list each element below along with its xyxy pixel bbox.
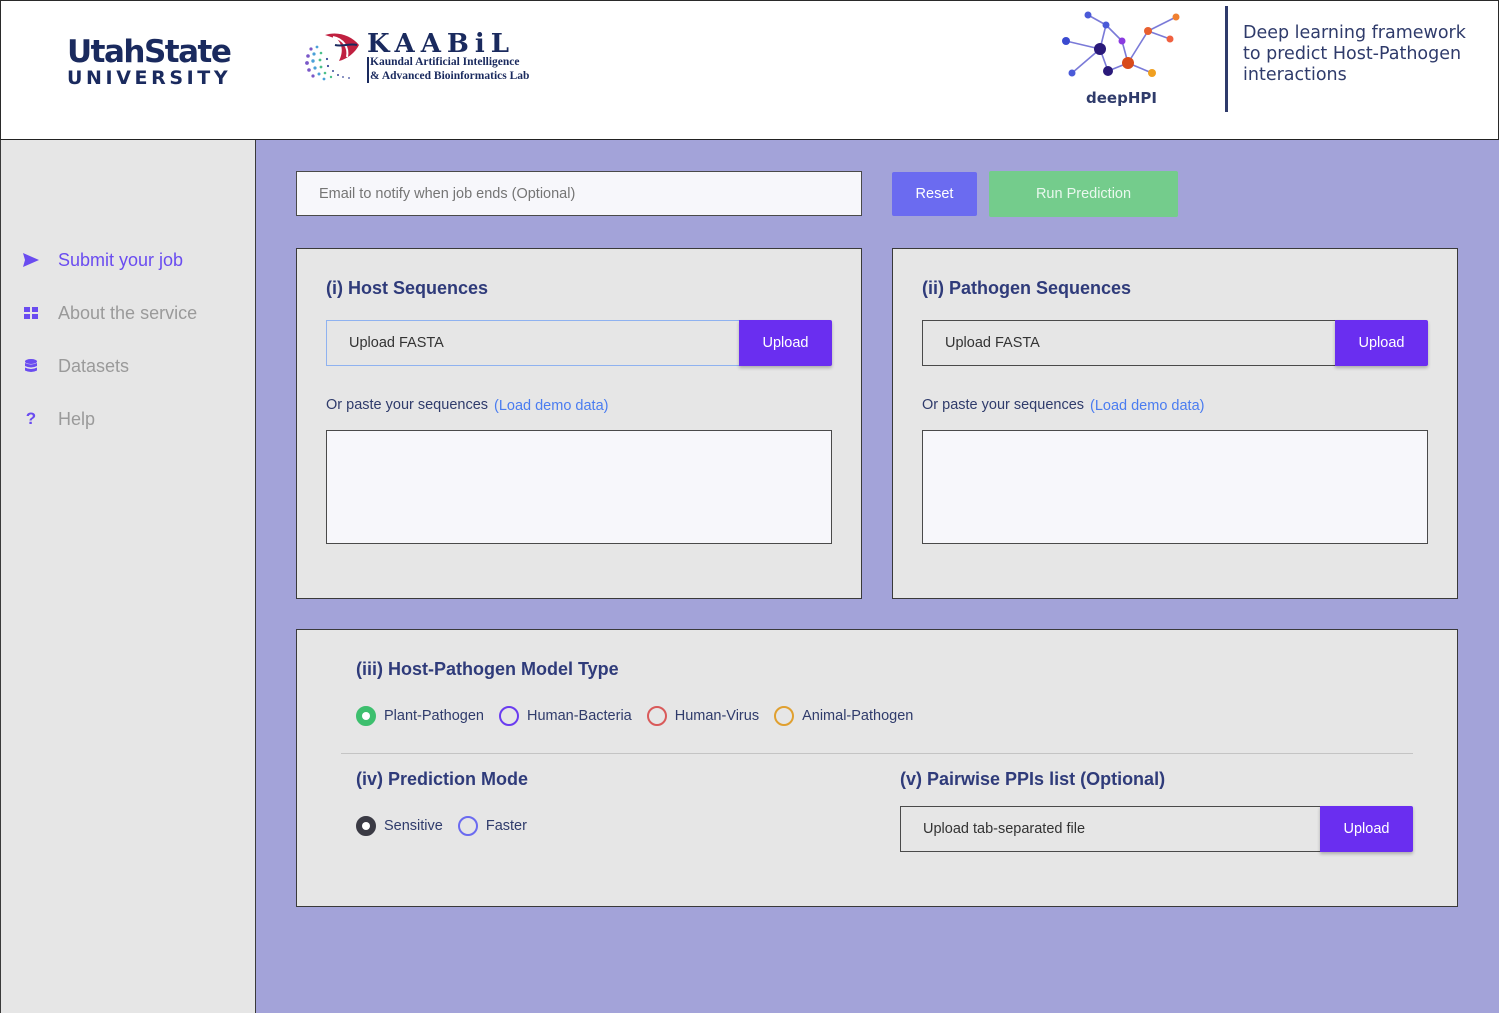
reset-button[interactable]: Reset <box>892 172 977 216</box>
radio-label: Animal-Pathogen <box>802 708 914 724</box>
dashboard-icon <box>21 303 41 323</box>
pathogen-sequences-card: (ii) Pathogen Sequences Upload FASTA Upl… <box>892 248 1458 599</box>
radio-label: Human-Bacteria <box>526 708 632 724</box>
pathogen-fasta-file-field[interactable]: Upload FASTA <box>922 320 1335 366</box>
kaabil-logo[interactable]: KAABiL Kaundal Artificial Intelligence &… <box>303 29 553 89</box>
pathogen-upload-row: Upload FASTA Upload <box>922 320 1428 366</box>
host-upload-row: Upload FASTA Upload <box>326 320 832 366</box>
radio-unchecked-icon <box>646 706 667 726</box>
deephpi-label: deepHPI <box>1086 89 1157 107</box>
host-paste-label: Or paste your sequences <box>326 397 489 413</box>
network-graph-icon <box>1062 11 1180 77</box>
model-type-radio-group: Plant-Pathogen Human-Bacteria Human-Viru… <box>356 706 928 726</box>
radio-human-virus[interactable]: Human-Virus <box>646 706 760 726</box>
kaabil-emblem-icon <box>305 33 359 81</box>
sidebar-item-label: Submit your job <box>58 249 184 270</box>
email-field[interactable] <box>296 171 862 216</box>
host-sequences-card: (i) Host Sequences Upload FASTA Upload O… <box>296 248 862 599</box>
host-sequences-textarea[interactable] <box>326 430 832 544</box>
usu-logo[interactable]: UtahState UNIVERSITY <box>67 34 232 89</box>
radio-sensitive[interactable]: Sensitive <box>356 816 443 836</box>
pathogen-load-demo-link[interactable]: (Load demo data) <box>1090 398 1204 414</box>
pathogen-sequences-textarea[interactable] <box>922 430 1428 544</box>
sidebar-item-label: Help <box>58 408 96 429</box>
ppis-file-field[interactable]: Upload tab-separated file <box>900 806 1320 852</box>
model-type-title: (iii) Host-Pathogen Model Type <box>356 659 619 679</box>
sidebar-item-datasets[interactable]: Datasets <box>21 351 129 381</box>
usu-logo-line2: UNIVERSITY <box>67 67 232 89</box>
kaabil-subtitle-1: Kaundal Artificial Intelligence <box>370 56 520 68</box>
radio-human-bacteria[interactable]: Human-Bacteria <box>498 706 632 726</box>
sidebar-item-label: About the service <box>58 302 198 323</box>
ppis-upload-row: Upload tab-separated file Upload <box>900 806 1413 852</box>
question-icon: ? <box>25 409 37 428</box>
pathogen-upload-button[interactable]: Upload <box>1335 320 1428 366</box>
host-fasta-file-field[interactable]: Upload FASTA <box>326 320 739 366</box>
main-content: Reset Run Prediction (i) Host Sequences … <box>256 140 1499 1013</box>
radio-checked-icon <box>356 706 376 726</box>
options-card: (iii) Host-Pathogen Model Type Plant-Pat… <box>296 629 1458 907</box>
sidebar-item-help[interactable]: ? Help <box>21 404 95 434</box>
usu-logo-line1: UtahState <box>67 34 232 70</box>
radio-label: Sensitive <box>384 818 443 834</box>
host-upload-button[interactable]: Upload <box>739 320 832 366</box>
radio-animal-pathogen[interactable]: Animal-Pathogen <box>774 706 913 726</box>
radio-unchecked-icon <box>457 816 478 836</box>
host-sequences-title: (i) Host Sequences <box>326 278 489 298</box>
tagline-line-1: Deep learning framework <box>1243 23 1466 43</box>
ppis-title: (v) Pairwise PPIs list (Optional) <box>900 769 1166 789</box>
prediction-mode-title: (iv) Prediction Mode <box>356 769 529 789</box>
radio-label: Plant-Pathogen <box>384 708 484 724</box>
radio-label: Human-Virus <box>674 708 760 724</box>
send-icon <box>21 250 41 270</box>
kaabil-title: KAABiL <box>367 29 516 59</box>
sidebar-item-about[interactable]: About the service <box>21 298 197 328</box>
radio-label: Faster <box>485 818 527 834</box>
radio-faster[interactable]: Faster <box>457 816 527 836</box>
kaabil-subtitle-2: & Advanced Bioinformatics Lab <box>370 70 530 82</box>
tagline-line-3: interactions <box>1243 65 1347 85</box>
radio-unchecked-icon <box>774 706 795 726</box>
run-prediction-button[interactable]: Run Prediction <box>989 171 1178 217</box>
sidebar-item-label: Datasets <box>58 355 130 376</box>
prediction-mode-radio-group: Sensitive Faster <box>356 816 542 836</box>
pathogen-paste-label: Or paste your sequences <box>922 397 1085 413</box>
radio-checked-icon <box>356 816 376 836</box>
sidebar-item-submit-job[interactable]: Submit your job <box>21 245 183 275</box>
ppis-upload-button[interactable]: Upload <box>1320 806 1413 852</box>
header-divider <box>1225 6 1228 112</box>
deephpi-logo[interactable]: deepHPI <box>1056 9 1186 114</box>
radio-unchecked-icon <box>498 706 519 726</box>
sidebar: Submit your job About the service Datase… <box>0 140 256 1013</box>
tagline-line-2: to predict Host-Pathogen <box>1243 44 1462 64</box>
site-header: UtahState UNIVERSITY KAABiL Kaundal Arti… <box>0 0 1499 140</box>
radio-plant-pathogen[interactable]: Plant-Pathogen <box>356 706 484 726</box>
options-divider <box>341 753 1413 754</box>
kaabil-divider <box>367 57 369 83</box>
database-icon <box>21 356 41 376</box>
host-load-demo-link[interactable]: (Load demo data) <box>494 398 608 414</box>
pathogen-sequences-title: (ii) Pathogen Sequences <box>922 278 1132 298</box>
tagline: Deep learning framework to predict Host-… <box>1243 23 1493 86</box>
